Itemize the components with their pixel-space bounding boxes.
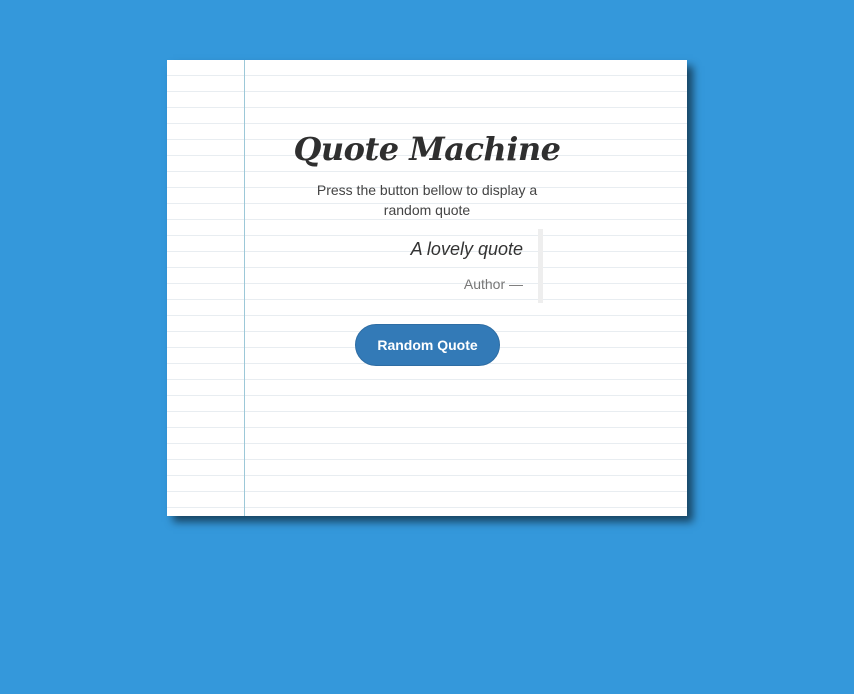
random-quote-button[interactable]: Random Quote xyxy=(355,324,500,366)
quote-text: A lovely quote xyxy=(410,239,523,259)
quote-author: Author — xyxy=(463,276,523,292)
notepad-card: Quote Machine Press the button bellow to… xyxy=(167,60,687,516)
margin-line xyxy=(244,60,245,516)
page-title: Quote Machine xyxy=(293,130,561,168)
quote-blockquote: A lovely quote Author — xyxy=(367,229,543,303)
page-subtitle: Press the button bellow to display a ran… xyxy=(316,182,538,218)
